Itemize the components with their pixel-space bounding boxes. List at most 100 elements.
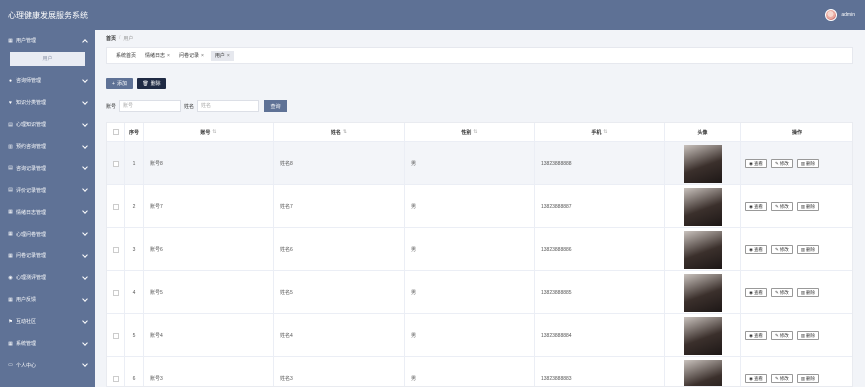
tab[interactable]: 用户 × bbox=[210, 50, 234, 61]
column-header[interactable]: 性别 ⇅ bbox=[405, 123, 535, 142]
sidebar-item[interactable]: ▦ 心理问卷管理 bbox=[0, 223, 95, 245]
avatar[interactable] bbox=[825, 9, 838, 21]
row-checkbox[interactable] bbox=[112, 375, 119, 382]
pencil-icon: ✎ bbox=[774, 332, 779, 338]
select-all-checkbox[interactable] bbox=[112, 129, 119, 135]
edit-button[interactable]: ✎ 修改 bbox=[770, 288, 793, 297]
row-checkbox[interactable] bbox=[112, 246, 119, 253]
grid-icon: ▦ bbox=[8, 231, 13, 238]
add-button[interactable]: + 添加 bbox=[106, 78, 133, 89]
tab[interactable]: 问卷记录 × bbox=[177, 51, 206, 61]
close-icon[interactable]: × bbox=[227, 53, 230, 59]
sort-icon[interactable]: ⇅ bbox=[603, 129, 607, 135]
edit-button[interactable]: ✎ 修改 bbox=[770, 331, 793, 340]
sidebar-item[interactable]: ♥ 知识分类管理 bbox=[0, 92, 95, 114]
add-button-label: 添加 bbox=[116, 81, 127, 87]
tab[interactable]: 情绪日志 × bbox=[143, 51, 172, 61]
sort-icon[interactable]: ⇅ bbox=[473, 129, 477, 135]
view-button-label: 查看 bbox=[753, 289, 763, 295]
view-button[interactable]: ◉ 查看 bbox=[745, 202, 767, 211]
breadcrumb-home[interactable]: 首页 bbox=[106, 35, 116, 42]
cell-no: 1 bbox=[132, 160, 136, 167]
row-checkbox[interactable] bbox=[112, 289, 119, 296]
breadcrumb: 首页 / 用户 bbox=[106, 35, 133, 42]
close-icon[interactable]: × bbox=[167, 53, 170, 59]
delete-row-button[interactable]: ▥ 删除 bbox=[796, 374, 819, 383]
edit-button[interactable]: ✎ 修改 bbox=[770, 202, 793, 211]
name-input[interactable] bbox=[197, 100, 260, 112]
table-cell: 3 bbox=[125, 228, 144, 271]
table-cell: 账号5 bbox=[144, 271, 274, 314]
delete-row-button[interactable]: ▥ 删除 bbox=[796, 288, 819, 297]
table-cell bbox=[107, 357, 125, 386]
chevron-down-icon bbox=[82, 98, 88, 105]
column-header[interactable]: 账号 ⇅ bbox=[144, 123, 274, 142]
table-cell bbox=[665, 142, 741, 185]
sidebar-item[interactable]: ▤ 评价记录管理 bbox=[0, 179, 95, 201]
name-label: 姓名 bbox=[184, 103, 195, 110]
sidebar-item-label: 个人中心 bbox=[16, 362, 37, 369]
column-header[interactable]: 手机 ⇅ bbox=[535, 123, 665, 142]
user-menu[interactable]: admin bbox=[825, 9, 855, 21]
table-cell: ◉ 查看 ✎ 修改 ▥ 删除 bbox=[741, 271, 852, 314]
table-cell: 姓名3 bbox=[274, 357, 405, 386]
sidebar-item-label: 知识分类管理 bbox=[16, 100, 47, 107]
doc-icon: ▤ bbox=[8, 165, 13, 172]
username[interactable]: admin bbox=[841, 12, 855, 18]
cell-name: 姓名6 bbox=[280, 247, 293, 253]
sidebar-item[interactable]: ▤ 咨询记录管理 bbox=[0, 157, 95, 179]
delete-row-button[interactable]: ▥ 删除 bbox=[796, 245, 819, 254]
row-checkbox[interactable] bbox=[112, 203, 119, 210]
sidebar-item[interactable]: ▤ 心理知识管理 bbox=[0, 114, 95, 136]
view-button-label: 查看 bbox=[753, 160, 763, 166]
cell-name: 姓名8 bbox=[280, 161, 293, 167]
view-button[interactable]: ◉ 查看 bbox=[745, 245, 767, 254]
cell-account: 账号4 bbox=[150, 333, 163, 339]
sidebar-item[interactable]: ● 咨询师管理 bbox=[0, 70, 95, 92]
sort-icon[interactable]: ⇅ bbox=[212, 129, 216, 135]
sidebar-subitem[interactable]: 用户 bbox=[10, 51, 85, 66]
note-icon: ▥ bbox=[8, 143, 13, 150]
column-header-label: 性别 bbox=[461, 129, 472, 136]
tab[interactable]: 系统首页 bbox=[114, 51, 138, 61]
sidebar-item[interactable]: ▦ 用户管理 bbox=[0, 30, 95, 52]
edit-button[interactable]: ✎ 修改 bbox=[770, 245, 793, 254]
chevron-down-icon bbox=[82, 361, 88, 368]
avatar-photo bbox=[683, 359, 722, 386]
delete-button[interactable]: 🗑 删除 bbox=[137, 78, 166, 89]
sidebar-item[interactable]: ▦ 情绪日志管理 bbox=[0, 201, 95, 223]
view-button[interactable]: ◉ 查看 bbox=[745, 374, 767, 383]
view-button[interactable]: ◉ 查看 bbox=[745, 159, 767, 168]
delete-row-button[interactable]: ▥ 删除 bbox=[796, 202, 819, 211]
sidebar-item[interactable]: ◉ 心理测评管理 bbox=[0, 267, 95, 289]
delete-row-button[interactable]: ▥ 删除 bbox=[796, 331, 819, 340]
account-input[interactable] bbox=[119, 100, 182, 112]
query-button[interactable]: 查询 bbox=[264, 100, 288, 112]
edit-button[interactable]: ✎ 修改 bbox=[770, 159, 793, 168]
column-header[interactable]: 姓名 ⇅ bbox=[274, 123, 405, 142]
table-cell: 13823888883 bbox=[535, 357, 665, 386]
view-button[interactable]: ◉ 查看 bbox=[745, 288, 767, 297]
delete-button-label: 删除 bbox=[150, 81, 161, 87]
chevron-down-icon bbox=[82, 142, 88, 149]
sidebar-item-label: 心理知识管理 bbox=[16, 122, 47, 129]
close-icon[interactable]: × bbox=[201, 53, 204, 59]
column-header-label: 手机 bbox=[591, 129, 602, 136]
sidebar-item[interactable]: ▥ 预约咨询管理 bbox=[0, 136, 95, 158]
sidebar-item[interactable]: ⚑ 互动社区 bbox=[0, 311, 95, 333]
delete-row-button[interactable]: ▥ 删除 bbox=[796, 159, 819, 168]
sort-icon[interactable]: ⇅ bbox=[343, 129, 347, 135]
sidebar-item[interactable]: ▦ 用户反馈 bbox=[0, 289, 95, 311]
row-checkbox[interactable] bbox=[112, 332, 119, 339]
row-checkbox[interactable] bbox=[112, 160, 119, 167]
sidebar-item[interactable]: ▦ 系统管理 bbox=[0, 333, 95, 355]
column-header-label: 姓名 bbox=[330, 129, 341, 136]
card-icon: ▭ bbox=[8, 362, 13, 369]
edit-button[interactable]: ✎ 修改 bbox=[770, 374, 793, 383]
table-cell: 2 bbox=[125, 185, 144, 228]
grid-icon: ▦ bbox=[8, 296, 13, 303]
sidebar-item[interactable]: ▭ 个人中心 bbox=[0, 354, 95, 376]
eye-icon: ◉ bbox=[749, 246, 753, 252]
view-button[interactable]: ◉ 查看 bbox=[745, 331, 767, 340]
sidebar-item[interactable]: ▦ 问卷记录管理 bbox=[0, 245, 95, 267]
